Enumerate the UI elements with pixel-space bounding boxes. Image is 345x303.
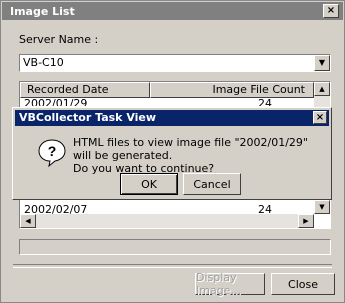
close-icon: × (326, 5, 336, 16)
close-button[interactable]: Close (271, 273, 335, 295)
arrow-right-icon: ▶ (303, 217, 309, 225)
progress-field (19, 239, 331, 255)
row-date: 2002/01/29 (24, 98, 88, 106)
scroll-up-button[interactable]: ▲ (314, 82, 330, 96)
server-name-label: Server Name : (19, 33, 99, 46)
ok-button[interactable]: OK (120, 173, 178, 195)
divider (13, 264, 332, 268)
server-name-value: VB-C10 (23, 56, 64, 69)
window-title: Image List (10, 4, 75, 18)
dialog-title: VBCollector Task View (19, 111, 157, 124)
dialog-message: HTML files to view image file "2002/01/2… (73, 136, 328, 175)
confirm-dialog: VBCollector Task View × ? HTML files to … (12, 107, 332, 200)
column-header-recorded-date[interactable]: Recorded Date (20, 82, 150, 98)
row-count: 24 (258, 98, 272, 106)
column-header-image-file-count[interactable]: Image File Count (150, 82, 314, 98)
chevron-down-icon: ▼ (318, 58, 326, 67)
scroll-left-button[interactable]: ◀ (20, 214, 36, 228)
display-image-button[interactable]: Display Image... (195, 271, 265, 297)
arrow-down-icon: ▼ (319, 203, 325, 211)
dialog-close-button[interactable]: × (313, 111, 327, 124)
image-list-window: Image List × Server Name : VB-C10 ▼ Reco… (0, 0, 345, 303)
cancel-button[interactable]: Cancel (183, 173, 241, 195)
window-titlebar: Image List × (2, 2, 343, 20)
close-icon: × (315, 111, 325, 123)
window-close-button[interactable]: × (323, 4, 339, 18)
scroll-right-button[interactable]: ▶ (298, 214, 314, 228)
arrow-up-icon: ▲ (319, 85, 325, 93)
svg-text:?: ? (48, 143, 57, 159)
question-icon: ? (38, 139, 66, 168)
combo-dropdown-button[interactable]: ▼ (314, 55, 330, 71)
dialog-titlebar: VBCollector Task View × (15, 110, 329, 126)
scroll-down-button[interactable]: ▼ (314, 200, 330, 214)
server-name-combo[interactable]: VB-C10 ▼ (19, 54, 331, 72)
list-item[interactable]: 2002/01/29 (24, 98, 87, 106)
arrow-left-icon: ◀ (25, 217, 31, 225)
dialog-message-line-1: HTML files to view image file "2002/01/2… (73, 136, 308, 162)
horizontal-scrollbar[interactable]: ◀ ▶ (20, 214, 314, 228)
